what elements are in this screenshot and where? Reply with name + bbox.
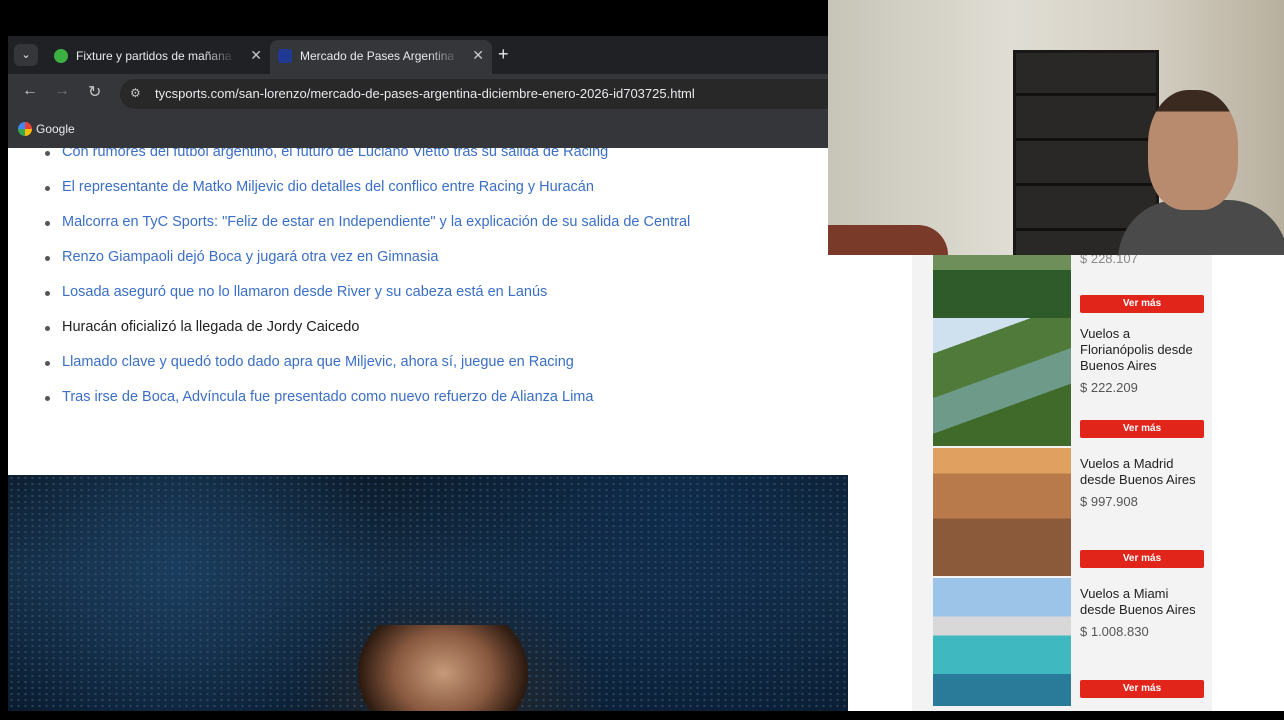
soccer-ball-icon bbox=[54, 49, 68, 63]
tab-strip: ⌄ Fixture y partidos de mañana e ✕ Merca… bbox=[8, 36, 828, 74]
ad-price: $ 1.008.830 bbox=[1080, 624, 1149, 639]
new-tab-button[interactable]: + bbox=[498, 44, 509, 65]
ad-title: Vuelos a Florianópolis desde Buenos Aire… bbox=[1080, 326, 1193, 373]
related-link[interactable]: Llamado clave y quedó todo dado apra que… bbox=[44, 354, 690, 389]
ad-card[interactable]: Vuelos a Miami desde Buenos Aires $ 1.00… bbox=[933, 578, 1204, 706]
forward-arrow-icon[interactable]: → bbox=[54, 82, 70, 100]
bookmark-label: Google bbox=[36, 122, 75, 136]
url-text[interactable]: tycsports.com/san-lorenzo/mercado-de-pas… bbox=[155, 86, 695, 101]
ad-price: $ 222.209 bbox=[1080, 380, 1138, 395]
browser-window: ⌄ Fixture y partidos de mañana e ✕ Merca… bbox=[8, 36, 840, 148]
ad-title: Vuelos a Madrid desde Buenos Aires bbox=[1080, 456, 1196, 487]
player-figure bbox=[358, 625, 528, 711]
tyc-sports-icon bbox=[278, 49, 292, 63]
ver-mas-button[interactable]: Ver más bbox=[1080, 420, 1204, 438]
ad-card[interactable]: Vuelos a Florianópolis desde Buenos Aire… bbox=[933, 318, 1204, 446]
related-links-list: Con rumores del fútbol argentino, el fut… bbox=[44, 148, 690, 424]
related-link[interactable]: Huracán oficializó la llegada de Jordy C… bbox=[44, 319, 690, 354]
ad-image bbox=[933, 448, 1071, 576]
related-link[interactable]: Renzo Giampaoli dejó Boca y jugará otra … bbox=[44, 249, 690, 284]
google-icon bbox=[18, 122, 32, 136]
ad-image bbox=[933, 318, 1071, 446]
close-icon[interactable]: ✕ bbox=[250, 47, 262, 64]
ver-mas-button[interactable]: Ver más bbox=[1080, 550, 1204, 568]
tab-fixture[interactable]: Fixture y partidos de mañana e ✕ bbox=[46, 40, 270, 74]
article-page: Con rumores del fútbol argentino, el fut… bbox=[8, 148, 848, 475]
bookmark-google[interactable]: Google bbox=[18, 122, 75, 136]
tab-title: Fixture y partidos de mañana e bbox=[76, 49, 236, 63]
tab-mercado-de-pases[interactable]: Mercado de Pases Argentina 20 ✕ bbox=[270, 40, 492, 74]
ad-price: $ 997.908 bbox=[1080, 494, 1138, 509]
webcam-overlay bbox=[828, 0, 1284, 255]
related-link[interactable]: Malcorra en TyC Sports: "Feliz de estar … bbox=[44, 214, 690, 249]
address-bar[interactable]: ⚙ tycsports.com/san-lorenzo/mercado-de-p… bbox=[120, 79, 840, 109]
toolbar: ← → ↻ ⚙ tycsports.com/san-lorenzo/mercad… bbox=[8, 74, 840, 114]
back-arrow-icon[interactable]: ← bbox=[22, 82, 38, 100]
bookmarks-bar: Google bbox=[8, 114, 828, 148]
ver-mas-button[interactable]: Ver más bbox=[1080, 295, 1204, 313]
site-info-icon[interactable]: ⚙ bbox=[130, 86, 144, 100]
ads-column: $ 228.107 Ver más Vuelos a Florianópolis… bbox=[912, 193, 1212, 711]
related-link[interactable]: Tras irse de Boca, Advíncula fue present… bbox=[44, 389, 690, 424]
close-icon[interactable]: ✕ bbox=[472, 47, 484, 64]
article-photo bbox=[8, 475, 848, 711]
related-link[interactable]: Con rumores del fútbol argentino, el fut… bbox=[44, 148, 690, 179]
ad-image bbox=[933, 578, 1071, 706]
streamer-figure bbox=[1118, 80, 1284, 255]
tab-search-button[interactable]: ⌄ bbox=[14, 44, 38, 66]
ad-title: Vuelos a Miami desde Buenos Aires bbox=[1080, 586, 1196, 617]
ad-card[interactable]: Vuelos a Madrid desde Buenos Aires $ 997… bbox=[933, 448, 1204, 576]
related-link[interactable]: El representante de Matko Miljevic dio d… bbox=[44, 179, 690, 214]
reload-icon[interactable]: ↻ bbox=[88, 82, 101, 102]
ver-mas-button[interactable]: Ver más bbox=[1080, 680, 1204, 698]
tab-title: Mercado de Pases Argentina 20 bbox=[300, 49, 460, 63]
related-link[interactable]: Losada aseguró que no lo llamaron desde … bbox=[44, 284, 690, 319]
